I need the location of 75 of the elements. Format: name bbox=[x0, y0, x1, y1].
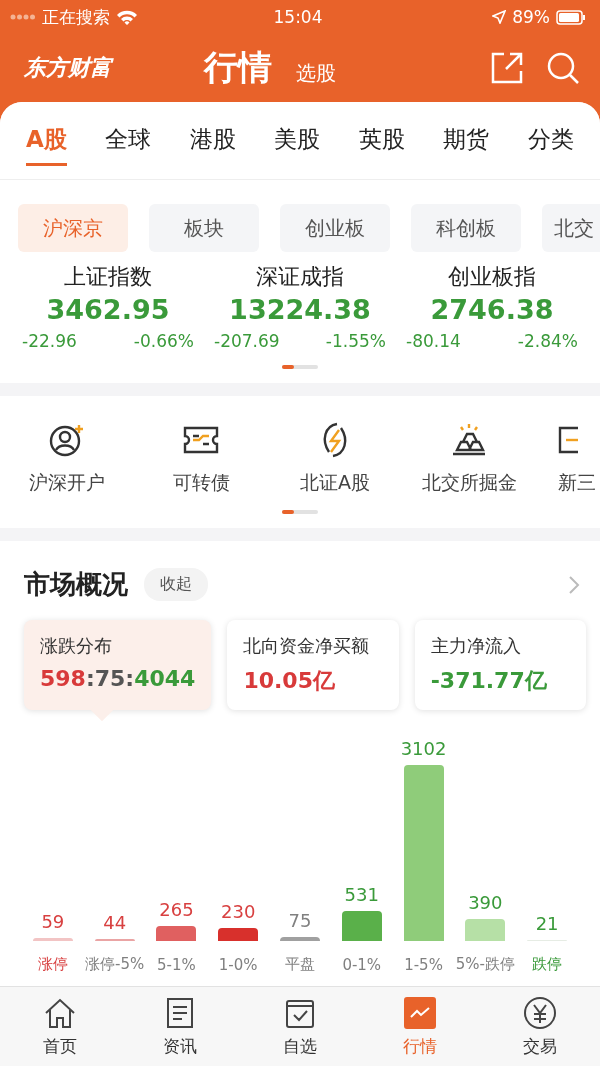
index-name: 深证成指 bbox=[256, 263, 344, 291]
index-name: 上证指数 bbox=[64, 263, 152, 291]
collapse-button[interactable]: 收起 bbox=[144, 568, 208, 601]
bar-category: 平盘 bbox=[284, 954, 316, 975]
page-indicator bbox=[282, 365, 318, 369]
bar-value: 21 bbox=[535, 912, 559, 934]
bar-value: 44 bbox=[103, 911, 127, 933]
shortcut-item[interactable]: 新三 bbox=[536, 420, 600, 496]
bar-value: 75 bbox=[288, 909, 312, 931]
bar-category: 1-5% bbox=[403, 955, 444, 976]
category-tab[interactable]: 创业板 bbox=[280, 204, 390, 252]
bar-value: 390 bbox=[468, 891, 503, 913]
wifi-icon bbox=[116, 8, 138, 26]
category-tab[interactable]: 板块 bbox=[149, 204, 259, 252]
app-logo: 东方财富 bbox=[24, 54, 115, 82]
card-value: 10.05亿 bbox=[243, 667, 336, 695]
carrier-status: 正在搜索 bbox=[42, 5, 110, 29]
index-percent: -2.84% bbox=[517, 331, 578, 351]
overview-card[interactable]: 主力净流入 -371.77亿 bbox=[414, 620, 586, 710]
card-title: 北向资金净买额 bbox=[243, 634, 371, 658]
page-indicator bbox=[282, 510, 318, 514]
market-tab[interactable]: 期货 bbox=[443, 115, 490, 166]
market-tab[interactable]: 分类 bbox=[528, 115, 574, 166]
bar-category: 0-1% bbox=[341, 955, 383, 976]
shortcut-item[interactable]: 北交所掘金 bbox=[402, 420, 536, 496]
bar-value: 59 bbox=[41, 910, 65, 932]
status-time: 15:04 bbox=[273, 7, 323, 27]
chevron-right-icon[interactable] bbox=[568, 574, 580, 595]
bar-category: 跌停 bbox=[531, 954, 564, 975]
card-value: 598:75:4044 bbox=[40, 666, 196, 691]
card-title: 主力净流入 bbox=[430, 634, 522, 658]
index-value: 13224.38 bbox=[229, 294, 371, 325]
shortcut-item[interactable]: 北证A股 bbox=[268, 420, 402, 496]
index-value: 2746.38 bbox=[430, 294, 554, 325]
bar-category: 涨停 bbox=[36, 954, 69, 975]
category-tab[interactable]: 北交 bbox=[542, 204, 600, 252]
market-tab[interactable]: 港股 bbox=[189, 115, 236, 166]
nav-tab[interactable]: 自选 bbox=[240, 987, 360, 1066]
market-tab[interactable]: 美股 bbox=[274, 115, 321, 166]
bar-value: 265 bbox=[159, 898, 194, 920]
index-percent: -0.66% bbox=[133, 331, 194, 351]
card-title: 涨跌分布 bbox=[40, 634, 113, 658]
index-change: -22.96 bbox=[22, 331, 77, 351]
bar-value: 3102 bbox=[400, 738, 447, 759]
shortcut-item[interactable]: 可转债 bbox=[134, 420, 268, 496]
section-title: 市场概况 bbox=[24, 568, 128, 601]
yen-icon bbox=[522, 995, 558, 1031]
market-tab[interactable]: 全球 bbox=[105, 115, 152, 166]
nav-tab[interactable]: 资讯 bbox=[120, 987, 240, 1066]
overview-card[interactable]: 北向资金净买额 10.05亿 bbox=[227, 620, 399, 710]
battery-percent: 89% bbox=[512, 7, 550, 27]
nav-tab[interactable]: 首页 bbox=[0, 987, 120, 1066]
index-change: -80.14 bbox=[406, 331, 461, 351]
card-value: -371.77亿 bbox=[430, 667, 548, 695]
bar-category: 1-0% bbox=[217, 955, 259, 976]
index-change: -207.69 bbox=[214, 331, 280, 351]
share-icon[interactable] bbox=[490, 51, 524, 85]
category-tab[interactable]: 科创板 bbox=[411, 204, 521, 252]
bar-category: 5%-跌停 bbox=[454, 954, 516, 975]
signal-icon bbox=[10, 14, 36, 20]
chart-icon bbox=[402, 995, 438, 1031]
index-percent: -1.55% bbox=[325, 331, 386, 351]
index-name: 创业板指 bbox=[448, 263, 536, 291]
index-value: 3462.95 bbox=[46, 294, 170, 325]
search-icon[interactable] bbox=[546, 51, 580, 85]
battery-icon bbox=[556, 9, 586, 25]
bar-category: 涨停-5% bbox=[84, 954, 146, 975]
shortcut-item[interactable]: 沪深开户 bbox=[0, 420, 134, 496]
nav-tab[interactable]: 交易 bbox=[480, 987, 600, 1066]
page-title: 行情 bbox=[204, 46, 272, 89]
bar-category: 5-1% bbox=[156, 955, 197, 976]
bar-value: 531 bbox=[344, 883, 379, 905]
market-tab[interactable]: 英股 bbox=[358, 115, 405, 166]
bar-value: 230 bbox=[221, 900, 256, 922]
location-icon bbox=[492, 10, 507, 24]
